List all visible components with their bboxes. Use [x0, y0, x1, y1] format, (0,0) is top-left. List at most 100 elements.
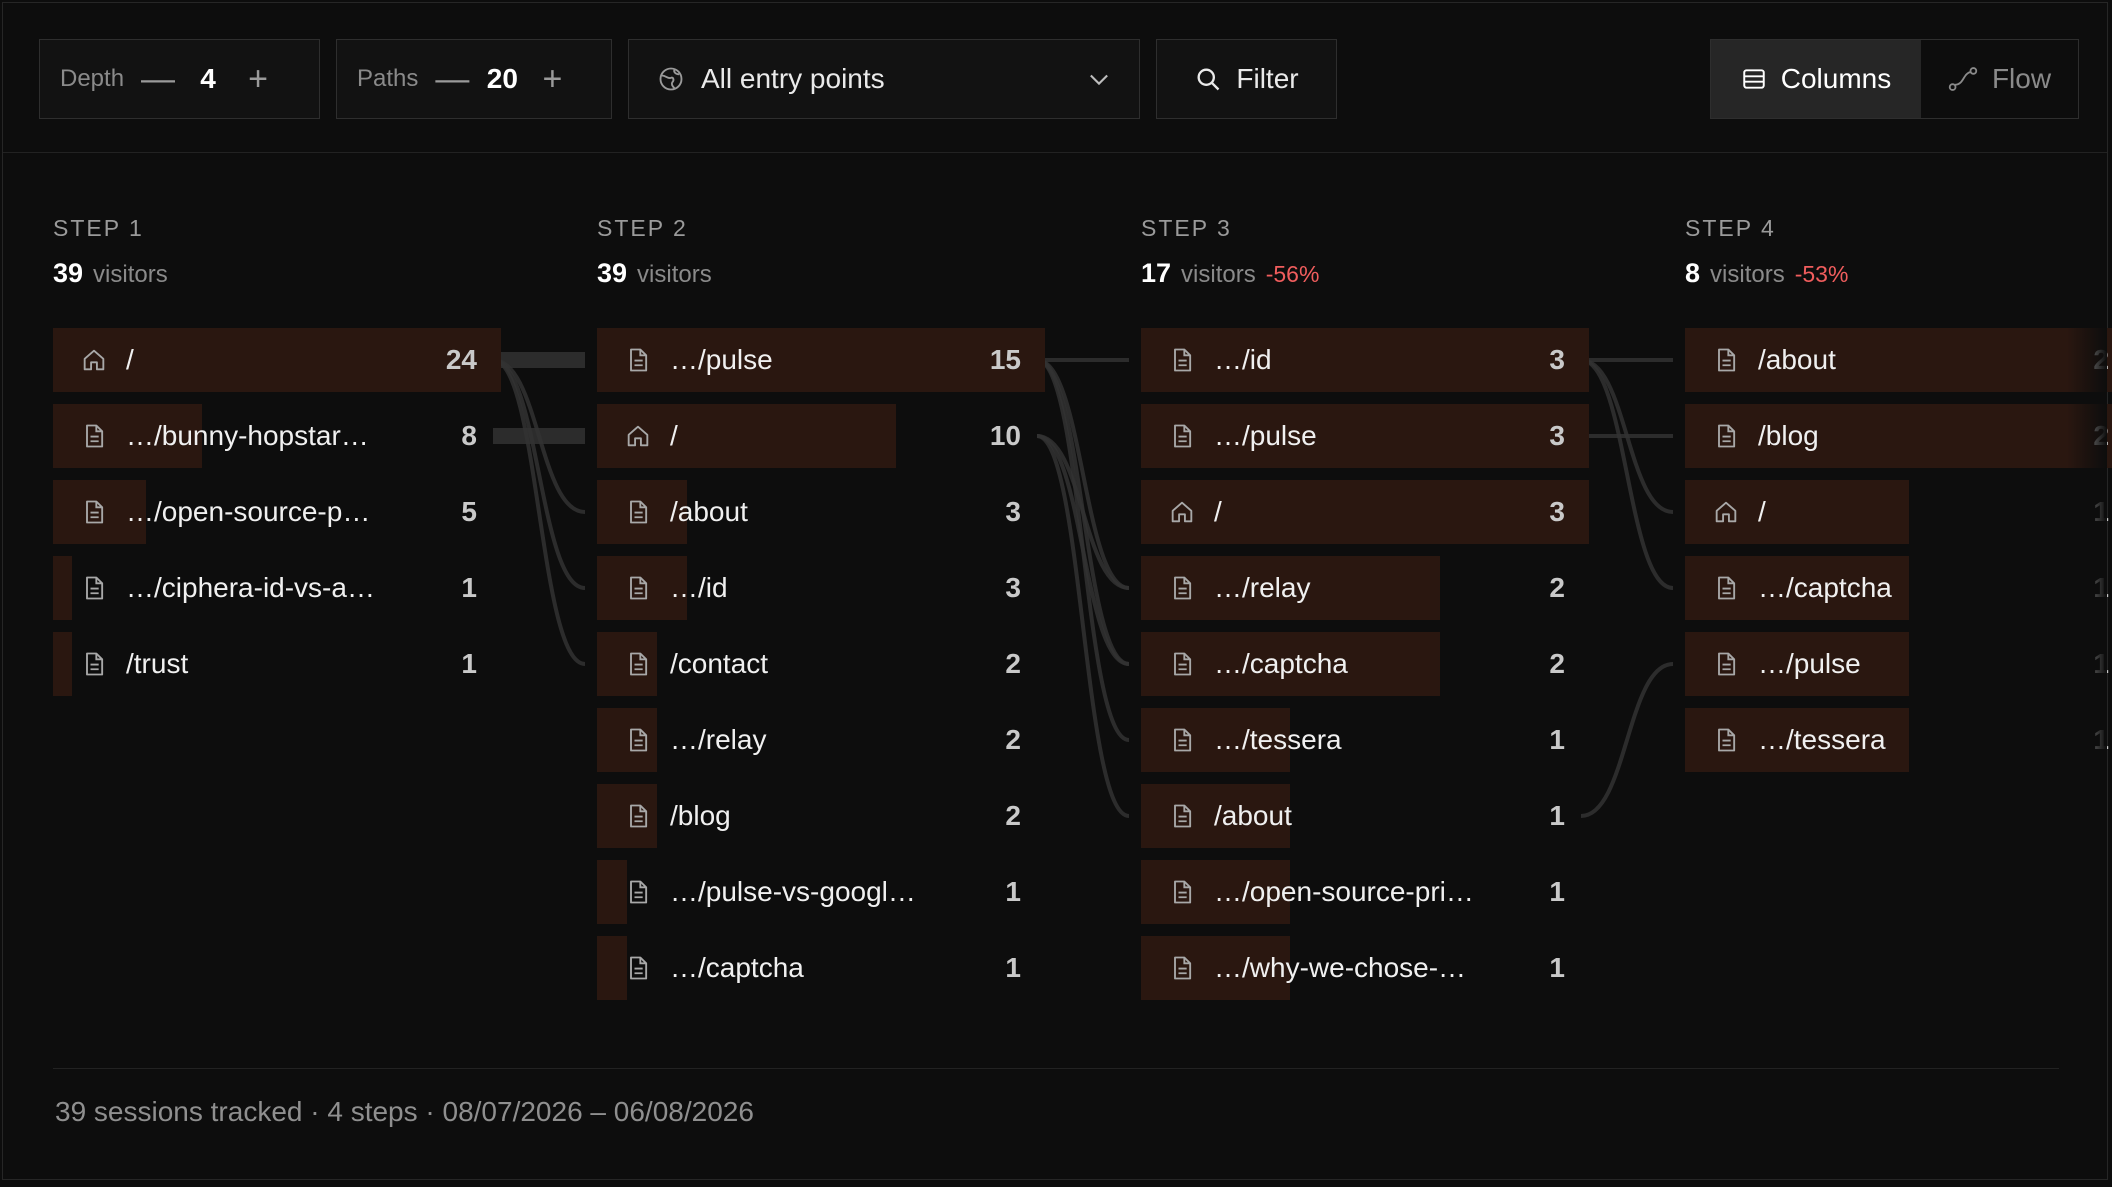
visitor-unit: visitors [1181, 261, 1256, 288]
path-row[interactable]: …/pulse 15 [597, 328, 1045, 392]
flow-view-button[interactable]: Flow [1921, 40, 2078, 118]
path-row[interactable]: …/tessera1 [1685, 708, 2112, 772]
path-label: /contact [670, 648, 769, 679]
path-label: …/captcha [670, 952, 804, 983]
flow-link [1036, 434, 1130, 818]
filter-button[interactable]: Filter [1156, 39, 1337, 119]
path-row[interactable]: /about 1 [1141, 784, 1589, 848]
step-column-2: STEP 2 39 visitors [597, 215, 1057, 289]
path-label: / [1214, 496, 1222, 527]
flow-link [1036, 434, 1130, 590]
entry-points-value: All entry points [701, 63, 885, 94]
document-icon [630, 728, 648, 752]
path-row[interactable]: …/open-source-pri… 1 [1141, 860, 1589, 924]
path-row[interactable]: / 10 [597, 404, 1045, 468]
path-row[interactable]: /contact 2 [597, 632, 1045, 696]
flow-link [1036, 358, 1130, 666]
path-count: 5 [461, 496, 477, 527]
columns-label: Columns [1780, 63, 1892, 94]
document-icon [630, 956, 648, 980]
document-icon [1174, 880, 1192, 904]
path-row[interactable]: …/captcha1 [1685, 556, 2112, 620]
depth-label: Depth [60, 65, 125, 92]
document-icon [630, 880, 648, 904]
footer-divider [53, 1068, 2059, 1069]
path-row[interactable]: …/relay 2 [1141, 556, 1589, 620]
document-icon [86, 576, 104, 600]
path-row[interactable]: /about 3 [597, 480, 1045, 544]
flow-link [492, 358, 586, 666]
path-label: …/id [670, 572, 728, 603]
path-row[interactable]: …/tessera1 [1141, 708, 1589, 772]
path-row[interactable]: …/captcha1 [597, 936, 1045, 1000]
path-row[interactable]: /1 [1685, 480, 2112, 544]
path-row[interactable]: …/ciphera-id-vs-a… 1 [53, 556, 501, 620]
filter-label: Filter [1236, 63, 1299, 94]
path-row[interactable]: /blog2 [597, 784, 1045, 848]
path-label: / [126, 344, 134, 375]
path-label: …/captcha [1758, 572, 1892, 603]
step-column-4: STEP 4 8 visitors -53% [1685, 215, 2112, 289]
path-label: …/id [1214, 344, 1272, 375]
document-icon [630, 348, 648, 372]
visitor-unit: visitors [637, 261, 712, 288]
path-label: …/why-we-chose-… [1214, 952, 1467, 983]
entry-points-select[interactable]: All entry points [628, 39, 1140, 119]
depth-decrement-button[interactable]: — [138, 60, 178, 99]
document-icon [630, 576, 648, 600]
document-icon [1174, 956, 1192, 980]
path-count: 2 [1005, 724, 1021, 755]
share-bar [597, 936, 627, 1000]
path-row[interactable]: …/pulse1 [1685, 632, 2112, 696]
flow-link [1036, 358, 1130, 742]
home-icon [83, 349, 105, 371]
document-icon [1718, 424, 1736, 448]
path-row[interactable]: …/open-source-p… 5 [53, 480, 501, 544]
paths-stepper: Paths — 20 + [336, 39, 612, 119]
visitor-count: 39 [597, 258, 628, 288]
document-icon [630, 804, 648, 828]
visitor-unit: visitors [1710, 261, 1785, 288]
path-count: 24 [445, 344, 477, 375]
path-row[interactable]: …/captcha 2 [1141, 632, 1589, 696]
path-label: …/relay [670, 724, 767, 755]
step-visitors: 39 visitors [597, 258, 1057, 289]
columns-view-button[interactable]: Columns [1711, 40, 1921, 118]
flow-link [1036, 434, 1130, 666]
visitor-delta: -53% [1794, 261, 1849, 287]
path-row[interactable]: …/bunny-hopstar… 8 [53, 404, 501, 468]
paths-decrement-button[interactable]: — [432, 60, 472, 99]
path-count: 1 [1549, 876, 1565, 907]
path-row[interactable]: …/pulse 3 [1141, 404, 1589, 468]
path-row[interactable]: / 24 [53, 328, 501, 392]
search-icon [1197, 68, 1220, 91]
path-label: …/pulse [1758, 648, 1861, 679]
flow-link [1580, 358, 1674, 590]
path-label: …/relay [1214, 572, 1311, 603]
path-label: …/pulse [670, 344, 773, 375]
path-row[interactable]: …/why-we-chose-… 1 [1141, 936, 1589, 1000]
path-row[interactable]: …/pulse-vs-googl… 1 [597, 860, 1045, 924]
home-icon [1171, 501, 1193, 523]
path-row[interactable]: /blog2 [1685, 404, 2112, 468]
path-row[interactable]: …/id 3 [597, 556, 1045, 620]
path-row[interactable]: /about2 [1685, 328, 2112, 392]
step-visitors: 8 visitors -53% [1685, 258, 2112, 289]
path-count: 1 [461, 572, 477, 603]
path-label: …/pulse [1214, 420, 1317, 451]
path-count: 2 [1549, 648, 1565, 679]
path-row[interactable]: /trust 1 [53, 632, 501, 696]
paths-increment-button[interactable]: + [532, 60, 572, 99]
depth-increment-button[interactable]: + [238, 60, 278, 99]
path-count: 8 [461, 420, 477, 451]
path-label: …/captcha [1214, 648, 1348, 679]
path-row[interactable]: …/id 3 [1141, 328, 1589, 392]
path-row[interactable]: /3 [1141, 480, 1589, 544]
path-label: /about [1214, 800, 1292, 831]
path-row[interactable]: …/relay 2 [597, 708, 1045, 772]
chevron-down-icon [1090, 74, 1108, 86]
path-label: / [670, 420, 678, 451]
share-bar [1141, 328, 1589, 392]
path-label: …/ciphera-id-vs-a… [126, 572, 375, 603]
document-icon [1718, 728, 1736, 752]
